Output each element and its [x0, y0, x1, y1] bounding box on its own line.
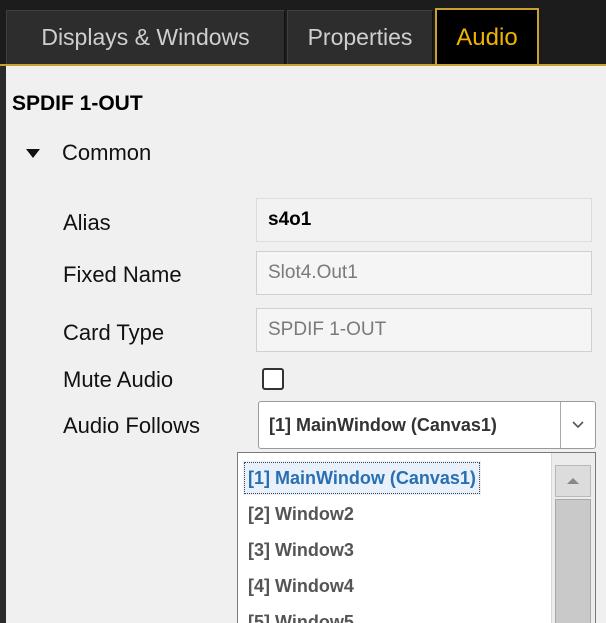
mute-audio-label: Mute Audio: [63, 367, 174, 392]
audio-follows-select[interactable]: [1] MainWindow (Canvas1): [258, 401, 596, 449]
mute-audio-checkbox[interactable]: [262, 368, 284, 390]
audio-properties-panel: SPDIF 1-OUT Common Alias s4o1 Fixed Name…: [6, 66, 606, 623]
device-title: SPDIF 1-OUT: [12, 92, 143, 115]
audio-follows-label: Audio Follows: [63, 413, 200, 438]
alias-label: Alias: [63, 210, 111, 235]
dropdown-option[interactable]: [5] Window5: [243, 605, 359, 623]
scroll-up-arrow-icon[interactable]: [555, 465, 591, 497]
expand-triangle-icon: [26, 148, 40, 158]
alias-field[interactable]: s4o1: [256, 198, 592, 242]
tab-bar: Displays & Windows Properties Audio: [0, 0, 606, 66]
tab-audio[interactable]: Audio: [435, 8, 539, 66]
section-label: Common: [62, 140, 152, 165]
dropdown-option[interactable]: [3] Window3: [243, 533, 359, 567]
dropdown-option[interactable]: [4] Window4: [243, 569, 359, 603]
dropdown-option[interactable]: [1] MainWindow (Canvas1): [243, 461, 481, 495]
audio-follows-dropdown-list: [1] MainWindow (Canvas1) [2] Window2 [3]…: [237, 452, 596, 623]
section-common-toggle[interactable]: Common: [26, 140, 151, 166]
tab-properties[interactable]: Properties: [287, 10, 433, 64]
tab-displays-windows[interactable]: Displays & Windows: [6, 10, 285, 64]
dropdown-option[interactable]: [2] Window2: [243, 497, 359, 531]
fixed-name-field: Slot4.Out1: [256, 251, 592, 295]
card-type-label: Card Type: [63, 320, 165, 345]
audio-follows-value: [1] MainWindow (Canvas1): [269, 415, 497, 435]
card-type-field: SPDIF 1-OUT: [256, 308, 592, 352]
dropdown-scrollbar[interactable]: [551, 453, 595, 623]
fixed-name-label: Fixed Name: [63, 262, 182, 287]
scrollbar-thumb[interactable]: [555, 499, 591, 623]
chevron-down-icon[interactable]: [561, 402, 595, 448]
